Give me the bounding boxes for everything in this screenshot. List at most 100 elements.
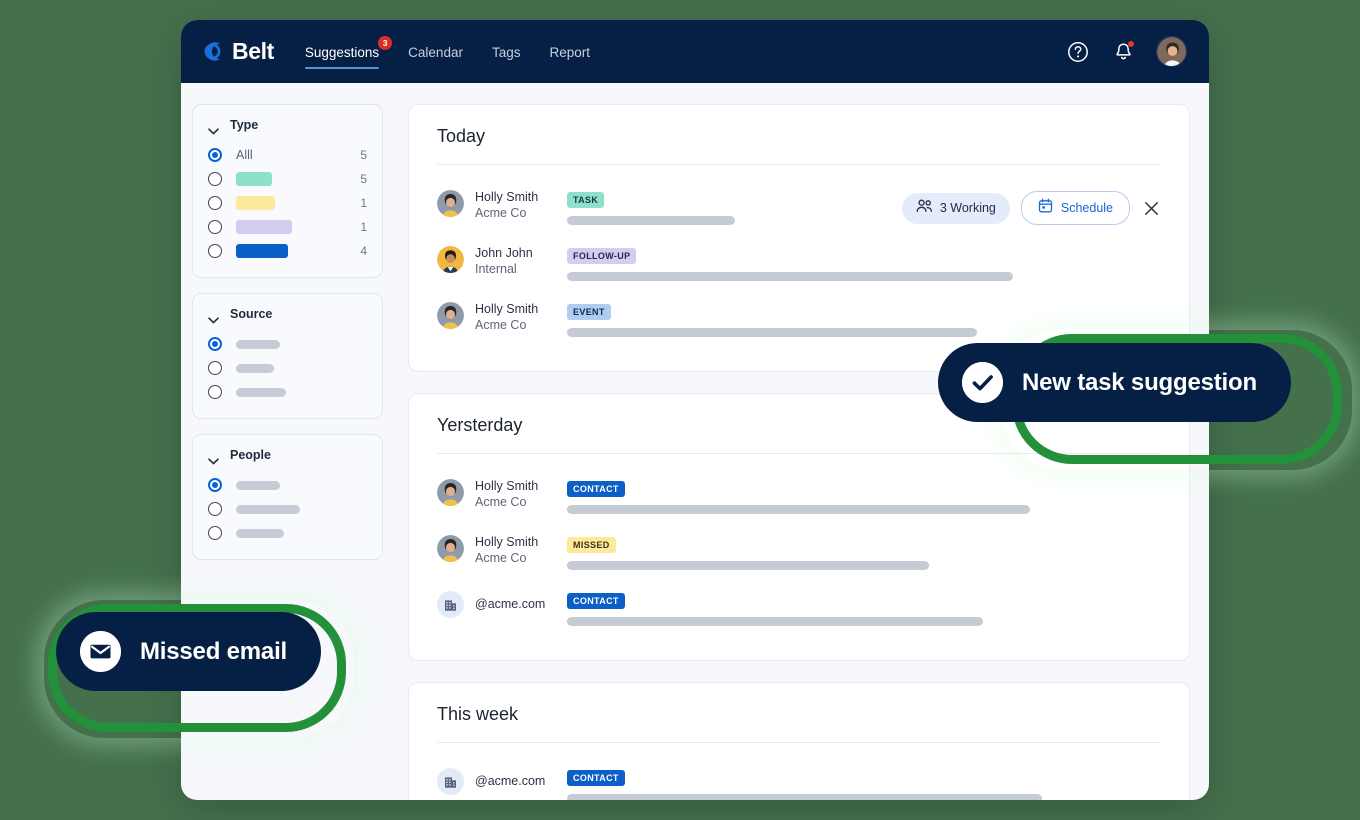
content-placeholder — [567, 272, 1013, 281]
suggestion-content: CONTACT — [567, 590, 1161, 626]
table-row[interactable]: John John Internal FOLLOW-UP — [437, 235, 1161, 291]
filter-header-type[interactable]: Type — [208, 118, 367, 134]
belt-ring-logo-icon — [200, 39, 225, 64]
section-title: Today — [437, 126, 486, 146]
filter-option-placeholder — [236, 528, 284, 538]
table-row[interactable]: Holly Smith Acme Co CONTACT — [437, 468, 1161, 524]
filter-option-source-1[interactable] — [208, 332, 367, 356]
nav-link-label: Report — [549, 45, 591, 60]
chevron-down-icon — [208, 452, 219, 464]
content-placeholder — [567, 617, 983, 626]
contact-name: @acme.com — [475, 774, 546, 788]
filter-header-source[interactable]: Source — [208, 307, 367, 323]
envelope-icon — [80, 631, 121, 672]
radio-icon[interactable] — [208, 337, 222, 351]
people-group-icon — [916, 199, 933, 218]
filter-option-all[interactable]: Alll 5 — [208, 143, 367, 167]
radio-icon[interactable] — [208, 526, 222, 540]
contact-org: Internal — [475, 262, 517, 276]
radio-icon[interactable] — [208, 220, 222, 234]
avatar-holly-smith — [437, 535, 464, 562]
radio-icon[interactable] — [208, 148, 222, 162]
user-avatar[interactable] — [1156, 36, 1187, 67]
bell-notification-dot — [1128, 40, 1134, 47]
filter-card-source: Source — [192, 293, 383, 419]
contact-name: @acme.com — [475, 597, 546, 611]
row-actions: 3 Working Schedule — [901, 189, 1161, 225]
toast-label: Missed email — [140, 637, 288, 665]
filter-option-people-3[interactable] — [208, 521, 367, 545]
contact-org: Acme Co — [475, 495, 527, 509]
filter-option-count: 5 — [360, 172, 367, 186]
filter-header-people[interactable]: People — [208, 448, 367, 464]
nav-link-tags[interactable]: Tags — [492, 25, 521, 81]
filter-option-source-2[interactable] — [208, 356, 367, 380]
radio-icon[interactable] — [208, 172, 222, 186]
section-divider — [437, 164, 1161, 165]
schedule-button[interactable]: Schedule — [1020, 191, 1130, 225]
chevron-down-icon — [208, 122, 219, 134]
radio-icon[interactable] — [208, 244, 222, 258]
new-task-suggestion-toast[interactable]: New task suggestion — [938, 343, 1291, 422]
suggestion-content: CONTACT — [567, 767, 1161, 800]
working-status-pill[interactable]: 3 Working — [901, 192, 1010, 224]
filter-option-contact[interactable]: 4 — [208, 239, 367, 263]
nav-link-label: Suggestions — [304, 45, 380, 60]
filter-title: People — [230, 448, 271, 462]
status-badge: MISSED — [567, 537, 616, 553]
building-icon — [437, 591, 464, 618]
status-badge: CONTACT — [567, 770, 625, 786]
content-placeholder — [567, 794, 1043, 800]
section-divider — [437, 742, 1161, 743]
contact-info: John John Internal — [475, 245, 567, 277]
missed-email-toast[interactable]: Missed email — [56, 612, 322, 691]
brand-logo[interactable]: Belt — [200, 38, 274, 65]
contact-name: Holly Smith — [475, 302, 539, 316]
avatar-john-john — [437, 246, 464, 273]
filter-option-count: 1 — [360, 220, 367, 234]
table-row[interactable]: Holly Smith Acme Co MISSED — [437, 524, 1161, 580]
filter-option-placeholder — [236, 387, 286, 397]
contact-name: Holly Smith — [475, 479, 539, 493]
brand-name: Belt — [232, 38, 274, 64]
help-circle-icon[interactable] — [1066, 40, 1090, 64]
filter-title: Type — [230, 118, 259, 132]
filter-card-type: Type Alll 5 5 1 1 4 — [192, 104, 383, 278]
section-this-week: This week @acme.com CONTACT — [408, 682, 1190, 800]
nav-link-suggestions[interactable]: Suggestions 3 — [304, 25, 393, 81]
contact-org: Acme Co — [475, 206, 527, 220]
filter-option-source-3[interactable] — [208, 380, 367, 404]
radio-icon[interactable] — [208, 196, 222, 210]
contact-info: Holly Smith Acme Co — [475, 301, 567, 333]
nav-links: Suggestions 3 Calendar Tags Report — [304, 20, 591, 83]
table-row[interactable]: @acme.com CONTACT — [437, 580, 1161, 636]
filter-option-placeholder — [236, 339, 280, 349]
filter-option-count: 4 — [360, 244, 367, 258]
filter-option-task[interactable]: 5 — [208, 167, 367, 191]
close-icon[interactable] — [1141, 198, 1161, 218]
radio-icon[interactable] — [208, 478, 222, 492]
suggestion-content: CONTACT — [567, 478, 1161, 514]
filter-option-people-2[interactable] — [208, 497, 367, 521]
check-circle-icon — [962, 362, 1003, 403]
status-badge: CONTACT — [567, 481, 625, 497]
bell-icon[interactable] — [1111, 40, 1135, 64]
filter-option-label: Alll — [236, 148, 253, 162]
filter-option-people-1[interactable] — [208, 473, 367, 497]
filter-title: Source — [230, 307, 273, 321]
avatar-holly-smith — [437, 302, 464, 329]
status-badge: EVENT — [567, 304, 611, 320]
radio-icon[interactable] — [208, 502, 222, 516]
nav-link-report[interactable]: Report — [550, 25, 591, 81]
contact-name: Holly Smith — [475, 190, 539, 204]
table-row[interactable]: Holly Smith Acme Co TASK 3 Working Sched… — [437, 179, 1161, 235]
radio-icon[interactable] — [208, 385, 222, 399]
filter-option-followup[interactable]: 1 — [208, 215, 367, 239]
filter-card-people: People — [192, 434, 383, 560]
table-row[interactable]: @acme.com CONTACT — [437, 757, 1161, 800]
nav-link-calendar[interactable]: Calendar — [408, 25, 463, 81]
content-placeholder — [567, 216, 735, 225]
radio-icon[interactable] — [208, 361, 222, 375]
nav-right-actions — [1066, 36, 1187, 67]
filter-option-missed[interactable]: 1 — [208, 191, 367, 215]
